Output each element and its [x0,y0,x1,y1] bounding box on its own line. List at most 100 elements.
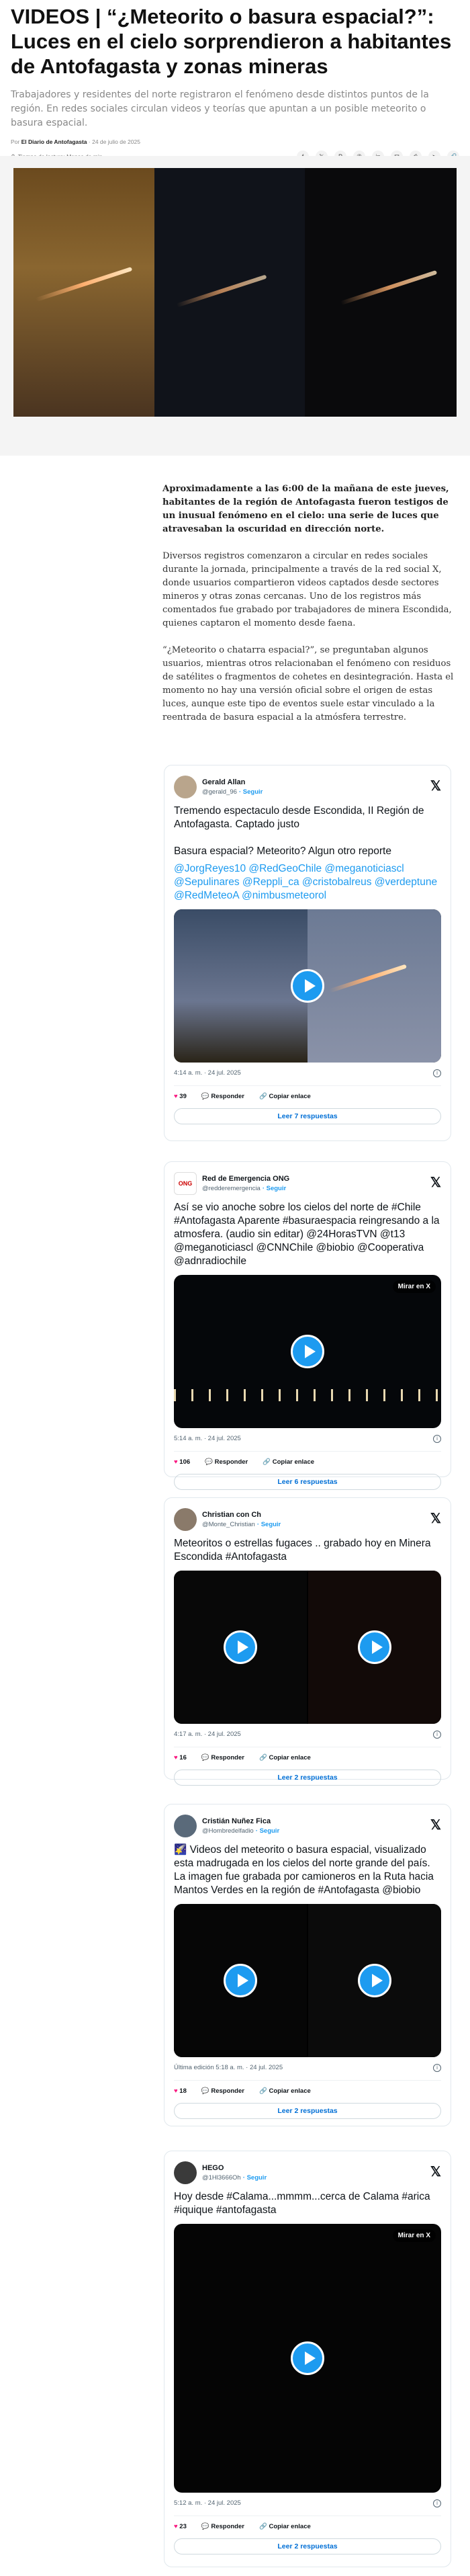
tweet-timestamp[interactable]: 5:14 a. m. · 24 jul. 2025 [174,1435,241,1443]
author-handle[interactable]: @1Hl3666Oh [202,2174,241,2182]
avatar[interactable] [174,776,197,798]
read-replies-button[interactable]: Leer 6 respuestas [174,1474,441,1490]
tweet-timestamp[interactable]: 5:12 a. m. · 24 jul. 2025 [174,2499,241,2507]
body-paragraph: “¿Meteorito o chatarra espacial?”, se pr… [162,645,454,722]
hero-panel-1 [13,168,154,417]
copy-link-button[interactable]: Copiar enlace [269,1093,310,1100]
play-icon[interactable] [358,1964,391,1997]
watch-on-x-button[interactable]: Mirar en X [392,2229,436,2242]
tweet-tags[interactable]: @JorgReyes10 @RedGeoChile @meganoticiasc… [174,863,437,901]
author-name[interactable]: Christian con Ch [202,1510,281,1520]
author-name[interactable]: HEGO [202,2163,267,2173]
tweet-video[interactable]: Mirar en X [174,2224,441,2493]
follow-link[interactable]: · Seguir [263,1185,286,1192]
avatar[interactable] [174,2161,197,2184]
tweet-card: Christian con Ch @Monte_Christian · Segui… [164,1497,451,1786]
link-icon[interactable]: 🔗 [259,1754,267,1761]
link-icon[interactable]: 🔗 [259,1093,267,1100]
reply-icon[interactable]: 💬 [201,2523,209,2530]
reply-button[interactable]: Responder [211,1093,244,1100]
follow-link[interactable]: · Seguir [256,1827,279,1835]
x-logo-icon[interactable]: 𝕏 [430,1817,441,1833]
copy-link-button[interactable]: Copiar enlace [269,2087,310,2095]
reply-button[interactable]: Responder [211,1754,244,1761]
read-replies-button[interactable]: Leer 2 respuestas [174,1770,441,1786]
follow-link[interactable]: · Seguir [257,1521,281,1528]
play-icon[interactable] [224,1630,257,1664]
copy-link-button[interactable]: Copiar enlace [269,2523,310,2530]
tweet-video[interactable] [174,909,441,1063]
author-handle[interactable]: @gerald_96 [202,788,237,796]
tweet-timestamp[interactable]: 4:17 a. m. · 24 jul. 2025 [174,1731,241,1739]
reply-icon[interactable]: 💬 [205,1458,213,1466]
tweet-card: Cristián Nuñez Fica @Hombredelfadio · Seg… [164,1804,451,2126]
play-icon[interactable] [291,1335,324,1368]
avatar[interactable]: ONG [174,1172,197,1195]
watch-on-x-button[interactable]: Mirar en X [392,1280,436,1293]
reply-button[interactable]: Responder [215,1458,248,1466]
hero-image-block [0,156,470,456]
like-count: 18 [179,2087,187,2095]
article-body: Aproximadamente a las 6:00 de la mañana … [162,483,457,738]
like-count: 39 [179,1093,187,1100]
author-handle[interactable]: @redderemergencia [202,1185,261,1192]
by-prefix: Por [11,138,20,145]
author-name[interactable]: Cristián Nuñez Fica [202,1817,279,1826]
info-icon[interactable]: i [433,2064,441,2072]
author-handle[interactable]: @Monte_Christian [202,1521,255,1528]
reply-button[interactable]: Responder [211,2087,244,2095]
lead-paragraph: Aproximadamente a las 6:00 de la mañana … [162,484,449,534]
copy-link-button[interactable]: Copiar enlace [269,1754,310,1761]
heart-icon[interactable]: ♥ [174,2087,178,2095]
x-logo-icon[interactable]: 𝕏 [430,1510,441,1527]
info-icon[interactable]: i [433,1435,441,1443]
link-icon[interactable]: 🔗 [263,1458,271,1466]
link-icon[interactable]: 🔗 [259,2087,267,2095]
hero-image [13,168,457,417]
info-icon[interactable]: i [433,1731,441,1739]
article-title: VIDEOS | “¿Meteorito o basura espacial?”… [11,5,452,78]
play-icon[interactable] [224,1964,257,1997]
heart-icon[interactable]: ♥ [174,1458,178,1466]
tweet-video[interactable] [174,1904,441,2057]
read-replies-button[interactable]: Leer 2 respuestas [174,2538,441,2554]
x-logo-icon[interactable]: 𝕏 [430,2163,441,2180]
tweet-text: Así se vio anoche sobre los cielos del n… [174,1202,440,1267]
play-icon[interactable] [291,2341,324,2375]
tweet-text: Tremendo espectaculo desde Escondida, II… [174,805,424,857]
tweet-header: Gerald Allan @gerald_96 · Seguir 𝕏 [174,774,441,800]
tweet-text: Hoy desde #Calama...mmmm...cerca de Cala… [174,2191,430,2216]
reply-icon[interactable]: 💬 [201,2087,209,2095]
info-icon[interactable]: i [433,2499,441,2507]
like-count: 23 [179,2523,187,2530]
heart-icon[interactable]: ♥ [174,2523,178,2530]
heart-icon[interactable]: ♥ [174,1754,178,1761]
follow-link[interactable]: · Seguir [243,2174,267,2182]
read-replies-button[interactable]: Leer 2 respuestas [174,2103,441,2119]
tweet-video[interactable] [174,1571,441,1724]
author-name[interactable]: Gerald Allan [202,778,263,787]
tweet-video[interactable]: Mirar en X [174,1275,441,1428]
avatar[interactable] [174,1815,197,1837]
x-logo-icon[interactable]: 𝕏 [430,1174,441,1191]
play-icon[interactable] [358,1630,391,1664]
x-logo-icon[interactable]: 𝕏 [430,778,441,794]
play-icon[interactable] [291,969,324,1003]
like-count: 106 [179,1458,191,1466]
heart-icon[interactable]: ♥ [174,1093,178,1100]
follow-link[interactable]: · Seguir [239,788,263,796]
reply-icon[interactable]: 💬 [201,1754,209,1761]
info-icon[interactable]: i [433,1069,441,1077]
link-icon[interactable]: 🔗 [259,2523,267,2530]
reply-icon[interactable]: 💬 [201,1093,209,1100]
reply-button[interactable]: Responder [211,2523,244,2530]
tweet-card: Gerald Allan @gerald_96 · Seguir 𝕏 Tremen… [164,765,451,1141]
tweet-timestamp[interactable]: Última edición 5:18 a. m. · 24 jul. 2025 [174,2064,283,2072]
author-name[interactable]: Red de Emergencia ONG [202,1174,289,1183]
read-replies-button[interactable]: Leer 7 respuestas [174,1108,441,1124]
copy-link-button[interactable]: Copiar enlace [273,1458,314,1466]
tweet-timestamp[interactable]: 4:14 a. m. · 24 jul. 2025 [174,1069,241,1077]
author-link[interactable]: El Diario de Antofagasta [21,138,87,145]
avatar[interactable] [174,1508,197,1531]
author-handle[interactable]: @Hombredelfadio [202,1827,254,1835]
